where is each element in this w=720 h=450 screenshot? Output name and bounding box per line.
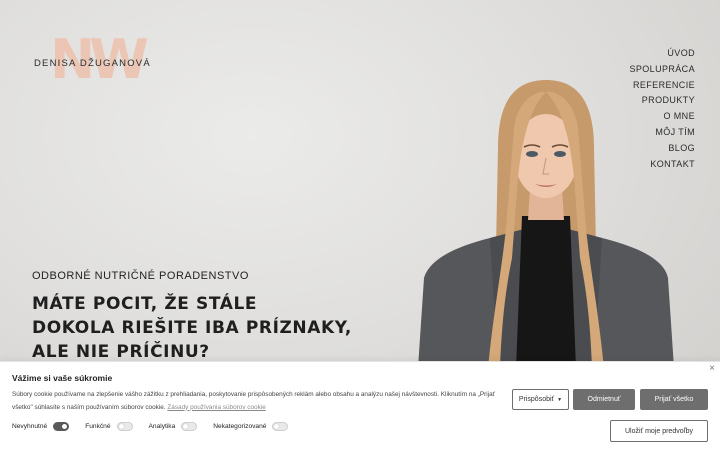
nav-item-uvod[interactable]: ÚVOD [629, 46, 695, 62]
toggle-nevyhnutne: Nevyhnutné [12, 422, 70, 431]
toggle-funkcne: Funkčné [85, 422, 133, 431]
toggle-switch[interactable] [181, 422, 198, 431]
cookie-title: Vážime si vaše súkromie [12, 373, 113, 383]
customize-button[interactable]: Prispôsobiť ▼ [512, 389, 569, 410]
toggle-label: Analytika [148, 423, 176, 430]
toggle-switch[interactable] [116, 422, 133, 431]
close-icon[interactable]: × [709, 363, 715, 374]
toggle-label: Nevyhnutné [12, 423, 48, 430]
accept-all-button[interactable]: Prijať všetko [640, 389, 708, 410]
hero-eyebrow: ODBORNÉ NUTRIČNÉ PORADENSTVO [32, 270, 249, 282]
site-logo[interactable]: NW DENISA DŽUGANOVÁ [34, 30, 150, 92]
logo-name: DENISA DŽUGANOVÁ [34, 58, 151, 69]
toggle-label: Nekategorizované [213, 423, 267, 430]
toggle-label: Funkčné [85, 423, 111, 430]
toggle-switch[interactable] [272, 422, 289, 431]
cookie-category-toggles: Nevyhnutné Funkčné Analytika Nekategoriz… [12, 422, 304, 431]
toggle-switch[interactable] [53, 422, 70, 431]
reject-button[interactable]: Odmietnuť [573, 389, 635, 410]
customize-label: Prispôsobiť [518, 396, 555, 403]
cookie-policy-link[interactable]: Zásady používania súborov cookie [167, 404, 265, 411]
cookie-description: Súbory cookie používame na zlepšenie váš… [12, 389, 502, 414]
headline-line: MÁTE POCIT, ŽE STÁLE [32, 294, 258, 314]
headline-line: DOKOLA RIEŠITE IBA PRÍZNAKY, [32, 318, 352, 338]
hero-headline: MÁTE POCIT, ŽE STÁLE DOKOLA RIEŠITE IBA … [32, 292, 352, 364]
cookie-banner: Vážime si vaše súkromie × Súbory cookie … [0, 361, 720, 450]
nav-item-spolupraca[interactable]: SPOLUPRÁCA [629, 62, 695, 78]
caret-down-icon: ▼ [557, 396, 563, 403]
portrait-image [418, 80, 674, 368]
save-preferences-button[interactable]: Uložiť moje predvoľby [610, 420, 708, 442]
toggle-analytika: Analytika [149, 422, 198, 431]
toggle-nekategorizovane: Nekategorizované [213, 422, 289, 431]
